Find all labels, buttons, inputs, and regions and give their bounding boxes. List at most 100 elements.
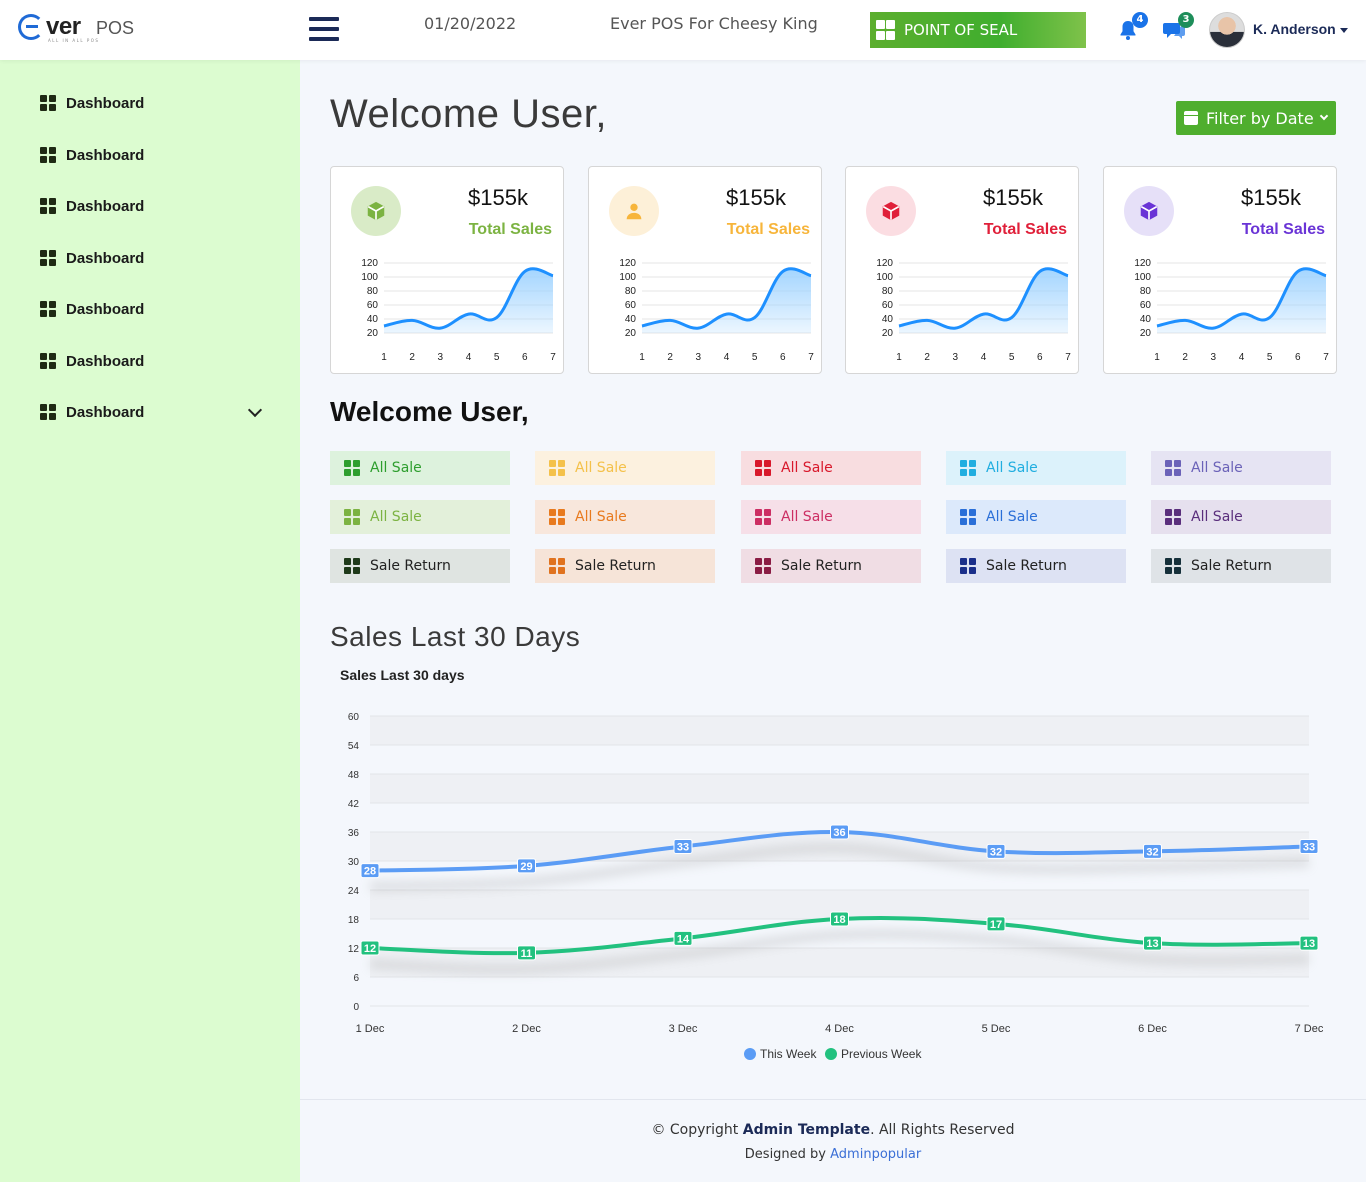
logo-pos-text: POS xyxy=(96,18,135,38)
sparkline-x-tick: 3 xyxy=(438,352,444,363)
quick-link-sale-return[interactable]: Sale Return xyxy=(535,549,715,583)
designed-by-text: Designed by Adminpopular xyxy=(300,1147,1366,1162)
quick-link-all-sale[interactable]: All Sale xyxy=(330,500,510,534)
user-avatar[interactable] xyxy=(1209,12,1245,48)
sales-section-title: Sales Last 30 Days xyxy=(330,621,581,652)
header-app-title: Ever POS For Cheesy King xyxy=(610,14,818,33)
quick-link-all-sale[interactable]: All Sale xyxy=(741,500,921,534)
filter-by-date-label: Filter by Date xyxy=(1206,108,1314,128)
copyright-text: © Copyright Admin Template. All Rights R… xyxy=(300,1122,1366,1138)
sidebar-item-dashboard[interactable]: Dashboard xyxy=(40,299,270,319)
sparkline-y-tick: 120 xyxy=(361,258,378,269)
sparkline-x-tick: 7 xyxy=(808,352,814,363)
copyright-prefix: © Copyright xyxy=(651,1122,739,1138)
page-title: Welcome User, xyxy=(330,92,607,136)
sparkline-y-tick: 80 xyxy=(625,286,637,297)
sparkline-x-tick: 4 xyxy=(1239,352,1245,363)
box-icon xyxy=(1124,186,1174,236)
quick-link-sale-return[interactable]: Sale Return xyxy=(741,549,921,583)
notification-bell-icon[interactable]: 4 xyxy=(1116,12,1148,42)
quick-link-all-sale[interactable]: All Sale xyxy=(535,451,715,485)
sparkline-y-tick: 100 xyxy=(1134,272,1151,283)
sparkline-x-tick: 7 xyxy=(550,352,556,363)
header-date: 01/20/2022 xyxy=(424,14,517,33)
messages-count-badge: 3 xyxy=(1178,12,1194,28)
legend-label: Previous Week xyxy=(841,1047,922,1061)
messages-chat-icon[interactable]: 3 xyxy=(1162,12,1194,42)
sparkline-y-tick: 40 xyxy=(882,314,894,325)
sidebar-item-dashboard[interactable]: Dashboard xyxy=(40,248,270,268)
dashboard-icon xyxy=(40,301,56,317)
quick-link-all-sale[interactable]: All Sale xyxy=(1151,500,1331,534)
menu-toggle-icon[interactable] xyxy=(309,17,339,43)
box-icon xyxy=(367,201,385,221)
section-heading: Welcome User, xyxy=(330,396,529,427)
sparkline-chart: 20 40 60 80 100 120 1 2 3 4 5 6 7 xyxy=(876,258,1071,363)
sidebar-item-dashboard[interactable]: Dashboard xyxy=(40,145,270,165)
dashboard-icon xyxy=(40,404,56,420)
grid-icon xyxy=(344,558,360,574)
sparkline-x-tick: 6 xyxy=(1295,352,1301,363)
filter-by-date-button[interactable]: Filter by Date xyxy=(1176,101,1336,135)
footer: © Copyright Admin Template. All Rights R… xyxy=(300,1099,1366,1182)
sales-line-chart: 0 6 12 18 24 30 36 42 48 54 60 1 Dec 2 Dec 3 Dec 4 Dec… xyxy=(348,712,1324,1061)
sparkline-y-tick: 20 xyxy=(1140,328,1152,339)
sparkline-x-tick: 6 xyxy=(522,352,528,363)
stat-value: $155k xyxy=(726,185,786,210)
quick-link-label: Sale Return xyxy=(781,558,862,574)
stat-label: Total Sales xyxy=(726,221,810,238)
grid-icon xyxy=(876,20,895,40)
sidebar-item-dashboard[interactable]: Dashboard xyxy=(40,196,270,216)
user-menu[interactable]: K. Anderson xyxy=(1253,21,1348,37)
dashboard-icon xyxy=(40,353,56,369)
sparkline-x-tick: 4 xyxy=(981,352,987,363)
dashboard-icon xyxy=(40,95,56,111)
designer-link[interactable]: Adminpopular xyxy=(830,1147,921,1162)
sidebar-item-dashboard[interactable]: Dashboard xyxy=(40,351,270,371)
sidebar-item-label: Dashboard xyxy=(66,197,145,215)
quick-link-label: All Sale xyxy=(986,509,1038,525)
y-axis-tick: 0 xyxy=(353,1002,359,1013)
quick-link-sale-return[interactable]: Sale Return xyxy=(1151,549,1331,583)
quick-link-all-sale[interactable]: All Sale xyxy=(535,500,715,534)
ever-pos-logo[interactable]: ver POS ALL IN ALL POS xyxy=(18,12,148,48)
quick-link-sale-return[interactable]: Sale Return xyxy=(946,549,1126,583)
sparkline-y-tick: 60 xyxy=(367,300,379,311)
quick-link-label: Sale Return xyxy=(370,558,451,574)
sparkline-x-tick: 2 xyxy=(924,352,930,363)
grid-icon xyxy=(549,509,565,525)
quick-link-all-sale[interactable]: All Sale xyxy=(1151,451,1331,485)
chevron-down-icon xyxy=(1319,111,1328,121)
x-axis-tick: 1 Dec xyxy=(356,1023,385,1035)
chevron-down-icon[interactable] xyxy=(247,402,263,418)
quick-link-label: All Sale xyxy=(781,509,833,525)
sparkline-x-tick: 4 xyxy=(724,352,730,363)
sparkline-x-tick: 1 xyxy=(896,352,902,363)
quick-link-all-sale[interactable]: All Sale xyxy=(946,451,1126,485)
sparkline-x-tick: 1 xyxy=(381,352,387,363)
sidebar-item-dashboard-submenu[interactable]: Dashboard xyxy=(40,402,270,422)
sparkline-chart: 20 40 60 80 100 120 1 2 3 4 5 6 7 xyxy=(619,258,814,363)
quick-link-all-sale[interactable]: All Sale xyxy=(330,451,510,485)
sidebar-item-dashboard[interactable]: Dashboard xyxy=(40,93,270,113)
dashboard-icon xyxy=(40,198,56,214)
quick-link-all-sale[interactable]: All Sale xyxy=(741,451,921,485)
x-axis-tick: 5 Dec xyxy=(982,1023,1011,1035)
y-axis-tick: 60 xyxy=(348,712,360,723)
legend-label: This Week xyxy=(760,1047,817,1061)
quick-link-all-sale[interactable]: All Sale xyxy=(946,500,1126,534)
data-label: 13 xyxy=(1146,938,1158,950)
sparkline-y-tick: 20 xyxy=(625,328,637,339)
grid-icon xyxy=(1165,509,1181,525)
stat-value: $155k xyxy=(468,185,528,210)
quick-link-sale-return[interactable]: Sale Return xyxy=(330,549,510,583)
sparkline-x-tick: 2 xyxy=(409,352,415,363)
user-body-shape xyxy=(626,212,642,220)
top-header: ver POS ALL IN ALL POS 01/20/2022 Ever P… xyxy=(0,0,1366,60)
point-of-seal-button[interactable]: POINT OF SEAL xyxy=(870,12,1086,48)
sparkline-chart: 20 40 60 80 100 120 1 2 3 4 5 6 7 xyxy=(361,258,556,363)
data-label: 29 xyxy=(520,861,532,873)
sidebar-item-label: Dashboard xyxy=(66,403,145,421)
grid-icon xyxy=(1165,460,1181,476)
sidebar-item-label: Dashboard xyxy=(66,300,145,318)
